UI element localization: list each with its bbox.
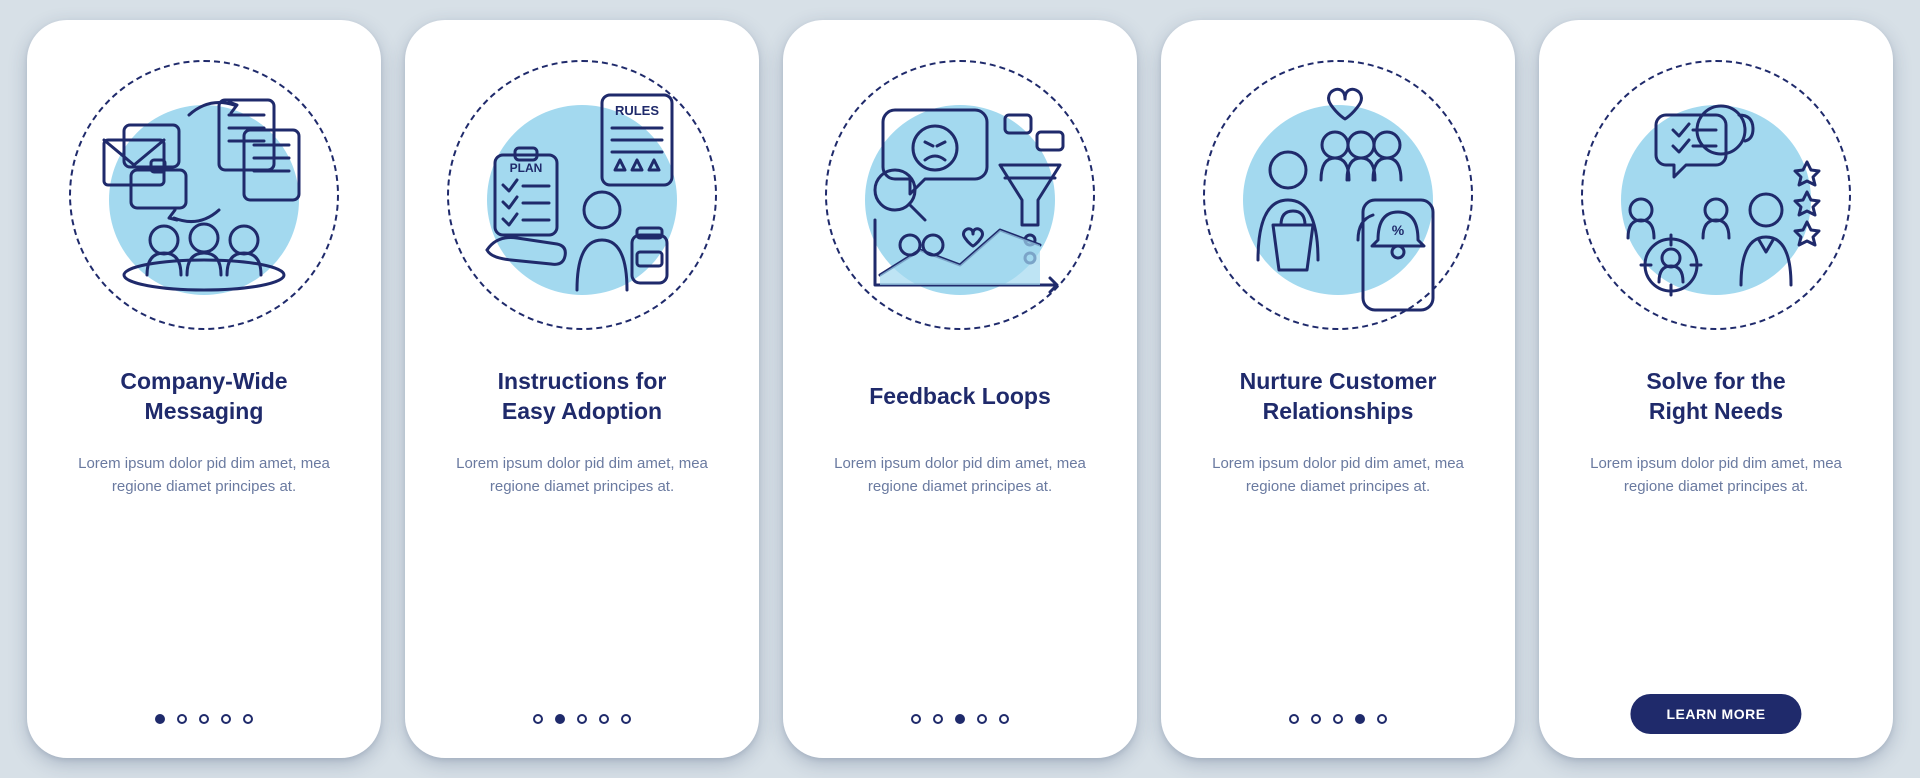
dot-2[interactable]	[933, 714, 943, 724]
screen-description: Lorem ipsum dolor pid dim amet, mea regi…	[429, 452, 735, 499]
learn-more-button[interactable]: LEARN MORE	[1630, 694, 1801, 734]
screen-title: Feedback Loops	[869, 366, 1050, 428]
onboarding-screen-4: % Nurture Customer Relationships Lorem i…	[1161, 20, 1515, 758]
screen-title: Solve for the Right Needs	[1646, 366, 1785, 428]
nurture-relationships-icon: %	[1203, 60, 1473, 330]
dot-1[interactable]	[1289, 714, 1299, 724]
onboarding-screen-3: Feedback Loops Lorem ipsum dolor pid dim…	[783, 20, 1137, 758]
screen-title: Nurture Customer Relationships	[1240, 366, 1437, 428]
dot-2[interactable]	[177, 714, 187, 724]
dot-3[interactable]	[199, 714, 209, 724]
screen-title: Company-Wide Messaging	[120, 366, 287, 428]
pagination-dots	[783, 714, 1137, 724]
screen-description: Lorem ipsum dolor pid dim amet, mea regi…	[51, 452, 357, 499]
dot-1[interactable]	[155, 714, 165, 724]
pagination-dots	[1161, 714, 1515, 724]
onboarding-screen-5: Solve for the Right Needs Lorem ipsum do…	[1539, 20, 1893, 758]
dot-1[interactable]	[533, 714, 543, 724]
dot-4[interactable]	[1355, 714, 1365, 724]
pagination-dots	[405, 714, 759, 724]
onboarding-screen-1: Company-Wide Messaging Lorem ipsum dolor…	[27, 20, 381, 758]
dot-5[interactable]	[999, 714, 1009, 724]
screen-description: Lorem ipsum dolor pid dim amet, mea regi…	[1563, 452, 1869, 499]
screen-title: Instructions for Easy Adoption	[498, 366, 667, 428]
easy-adoption-icon: RULES PLAN	[447, 60, 717, 330]
dot-3[interactable]	[577, 714, 587, 724]
company-messaging-icon	[69, 60, 339, 330]
screen-description: Lorem ipsum dolor pid dim amet, mea regi…	[1185, 452, 1491, 499]
dot-3[interactable]	[1333, 714, 1343, 724]
dot-4[interactable]	[977, 714, 987, 724]
dot-4[interactable]	[221, 714, 231, 724]
dot-5[interactable]	[1377, 714, 1387, 724]
dot-1[interactable]	[911, 714, 921, 724]
dot-3[interactable]	[955, 714, 965, 724]
dot-2[interactable]	[1311, 714, 1321, 724]
dot-5[interactable]	[243, 714, 253, 724]
feedback-loops-icon	[825, 60, 1095, 330]
dot-4[interactable]	[599, 714, 609, 724]
pagination-dots	[27, 714, 381, 724]
dot-2[interactable]	[555, 714, 565, 724]
right-needs-icon	[1581, 60, 1851, 330]
onboarding-screen-2: RULES PLAN Instructions for Ea	[405, 20, 759, 758]
dot-5[interactable]	[621, 714, 631, 724]
screen-description: Lorem ipsum dolor pid dim amet, mea regi…	[807, 452, 1113, 499]
